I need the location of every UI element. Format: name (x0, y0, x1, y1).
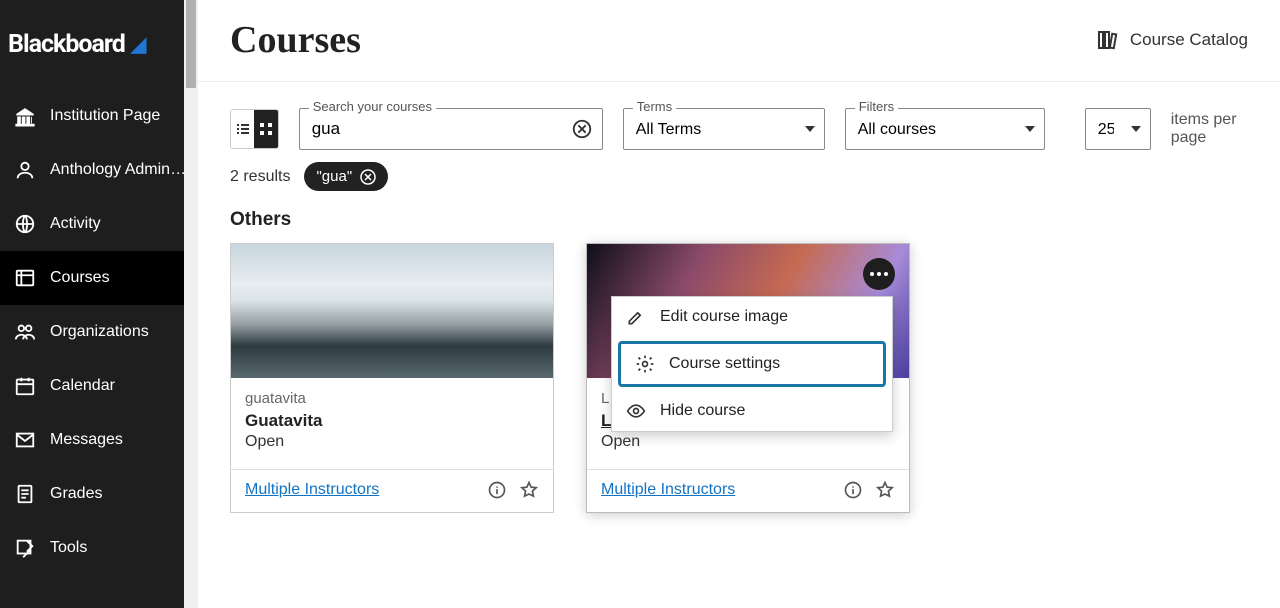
sidebar-item-organizations[interactable]: Organizations (0, 305, 184, 359)
eye-icon (626, 401, 646, 421)
calendar-icon (14, 375, 36, 397)
menu-item-label: Course settings (669, 355, 780, 373)
sidebar-item-label: Calendar (50, 377, 115, 395)
organizations-icon (14, 321, 36, 343)
sidebar-item-label: Courses (50, 269, 110, 287)
sidebar-item-label: Institution Page (50, 107, 160, 125)
globe-icon (14, 213, 36, 235)
menu-item-hide-course[interactable]: Hide course (612, 391, 892, 431)
envelope-icon (14, 429, 36, 451)
foot-icons (843, 480, 895, 500)
catalog-icon (1096, 28, 1120, 52)
sidebar-item-institution[interactable]: Institution Page (0, 89, 184, 143)
card-foot: Multiple Instructors (587, 469, 909, 512)
card-foot: Multiple Instructors (231, 469, 553, 512)
sidebar-item-label: Tools (50, 539, 87, 557)
gear-icon (635, 354, 655, 374)
filter-row: Search your courses Terms All Terms Filt… (198, 81, 1280, 160)
topbar: Courses Course Catalog (198, 0, 1280, 81)
star-icon[interactable] (875, 480, 895, 500)
menu-item-label: Hide course (660, 402, 745, 420)
grades-icon (14, 483, 36, 505)
course-status: Open (601, 433, 895, 451)
pencil-icon (626, 307, 646, 327)
institution-icon (14, 105, 36, 127)
course-card: L Languages Class Open Multiple Instruct… (586, 243, 910, 513)
sidebar-item-calendar[interactable]: Calendar (0, 359, 184, 413)
grid-view-button[interactable] (254, 110, 277, 148)
sidebar-item-courses[interactable]: Courses (0, 251, 184, 305)
more-icon (870, 272, 888, 276)
info-icon[interactable] (487, 480, 507, 500)
course-catalog-link[interactable]: Course Catalog (1096, 28, 1248, 52)
scrollbar[interactable] (184, 0, 198, 608)
course-hero-image (231, 244, 553, 378)
courses-icon (14, 267, 36, 289)
section-heading: Others (198, 205, 1280, 243)
terms-field-wrap: Terms All Terms (623, 108, 825, 150)
filters-label: Filters (855, 99, 898, 114)
list-icon (235, 121, 251, 137)
results-row: 2 results "gua" (198, 160, 1280, 205)
terms-select[interactable]: All Terms (623, 108, 825, 150)
sidebar-item-tools[interactable]: Tools (0, 521, 184, 575)
sidebar-item-label: Activity (50, 215, 101, 233)
filters-select[interactable]: All courses (845, 108, 1045, 150)
course-menu: Edit course image Course settings Hide c… (611, 296, 893, 432)
sidebar-item-messages[interactable]: Messages (0, 413, 184, 467)
page-title: Courses (230, 18, 361, 62)
perpage-select[interactable]: 25 (1085, 108, 1151, 150)
terms-label: Terms (633, 99, 676, 114)
brand-icon: ◢ (131, 32, 145, 57)
filters-field-wrap: Filters All courses (845, 108, 1045, 150)
instructors-link[interactable]: Multiple Instructors (601, 481, 735, 499)
chip-close-icon (360, 169, 376, 185)
sidebar-item-label: Messages (50, 431, 123, 449)
view-toggle (230, 109, 279, 149)
clear-search-icon[interactable] (571, 118, 593, 140)
menu-item-edit-image[interactable]: Edit course image (612, 297, 892, 337)
course-id: guatavita (245, 390, 539, 407)
course-card: guatavita Guatavita Open Multiple Instru… (230, 243, 554, 513)
menu-item-label: Edit course image (660, 308, 788, 326)
catalog-label: Course Catalog (1130, 30, 1248, 50)
perpage-label: items per page (1171, 111, 1248, 147)
scrollbar-thumb[interactable] (186, 0, 196, 88)
more-button[interactable] (863, 258, 895, 290)
tools-icon (14, 537, 36, 559)
foot-icons (487, 480, 539, 500)
brand-logo: Blackboard ◢ (0, 0, 184, 89)
filter-chip[interactable]: "gua" (304, 162, 388, 191)
card-body: guatavita Guatavita Open (231, 378, 553, 459)
results-count: 2 results (230, 168, 290, 186)
course-status: Open (245, 433, 539, 451)
instructors-link[interactable]: Multiple Instructors (245, 481, 379, 499)
sidebar-item-grades[interactable]: Grades (0, 467, 184, 521)
search-field-wrap: Search your courses (299, 108, 603, 150)
list-view-button[interactable] (231, 110, 254, 148)
course-title[interactable]: Guatavita (245, 411, 539, 431)
sidebar-item-activity[interactable]: Activity (0, 197, 184, 251)
brand-text: Blackboard (8, 30, 125, 59)
main: Courses Course Catalog Search your cours… (198, 0, 1280, 608)
grid-icon (258, 121, 274, 137)
star-icon[interactable] (519, 480, 539, 500)
cards: guatavita Guatavita Open Multiple Instru… (198, 243, 1280, 513)
perpage-wrap: 25 (1085, 108, 1151, 150)
chip-text: "gua" (316, 168, 352, 185)
user-icon (14, 159, 36, 181)
search-input[interactable] (299, 108, 603, 150)
info-icon[interactable] (843, 480, 863, 500)
sidebar-item-label: Anthology Admin… (50, 161, 184, 179)
sidebar: Blackboard ◢ Institution Page Anthology … (0, 0, 184, 608)
sidebar-item-label: Grades (50, 485, 102, 503)
sidebar-item-admin[interactable]: Anthology Admin… (0, 143, 184, 197)
menu-item-course-settings[interactable]: Course settings (618, 341, 886, 387)
sidebar-item-label: Organizations (50, 323, 149, 341)
search-label: Search your courses (309, 99, 436, 114)
